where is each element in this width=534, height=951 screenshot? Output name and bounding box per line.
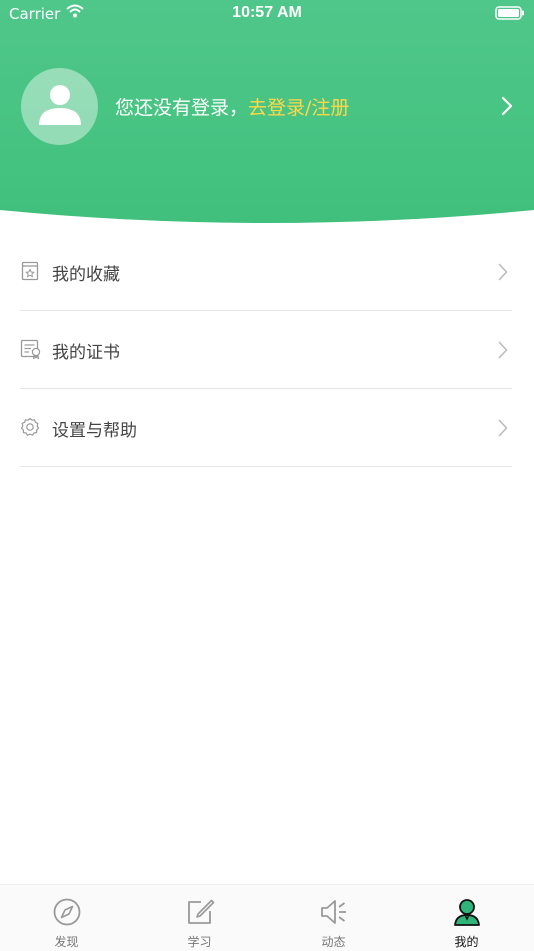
chevron-right-icon[interactable] xyxy=(501,96,513,116)
chevron-right-icon xyxy=(498,419,508,437)
compass-icon xyxy=(53,898,80,926)
menu-item-favorites[interactable]: 我的收藏 xyxy=(20,233,512,311)
tab-study-label: 学习 xyxy=(187,935,212,949)
settings-icon xyxy=(20,417,40,436)
profile-header: Carrier 10:57 AM 您还没有登录，去登录/注册 xyxy=(0,0,534,226)
clock: 10:57 AM xyxy=(232,4,302,21)
certificate-icon xyxy=(20,339,41,359)
chevron-right-icon xyxy=(498,263,508,281)
tab-discover-label: 发现 xyxy=(54,935,79,949)
avatar[interactable] xyxy=(21,68,98,145)
battery-icon xyxy=(495,6,525,24)
login-register-link[interactable]: 去登录/注册 xyxy=(248,97,349,119)
tab-news-label: 动态 xyxy=(321,935,346,949)
avatar-person-icon xyxy=(39,85,81,125)
chevron-right-icon xyxy=(498,341,508,359)
menu-item-settings-help[interactable]: 设置与帮助 xyxy=(20,389,512,467)
edit-icon xyxy=(187,899,214,924)
speaker-icon xyxy=(320,900,346,924)
login-row[interactable]: 您还没有登录，去登录/注册 xyxy=(21,68,521,146)
tab-mine[interactable]: 我的 xyxy=(400,885,533,951)
tab-news[interactable]: 动态 xyxy=(267,885,400,951)
tab-study[interactable]: 学习 xyxy=(133,885,266,951)
tab-mine-label: 我的 xyxy=(454,935,479,949)
login-prompt: 您还没有登录，去登录/注册 xyxy=(115,93,349,120)
menu-item-favorites-label: 我的收藏 xyxy=(52,265,120,285)
tab-discover[interactable]: 发现 xyxy=(0,885,133,951)
user-icon xyxy=(453,899,480,926)
menu-item-certificates[interactable]: 我的证书 xyxy=(20,311,512,389)
favorites-icon xyxy=(21,261,39,281)
login-prompt-text: 您还没有登录， xyxy=(115,97,249,119)
status-bar: Carrier 10:57 AM xyxy=(0,0,534,28)
menu-item-settings-help-label: 设置与帮助 xyxy=(52,421,137,441)
tab-bar: 发现 学习 动态 我的 xyxy=(0,884,534,951)
menu-item-certificates-label: 我的证书 xyxy=(52,343,120,363)
menu-list: 我的收藏 我的证书 设置与帮助 xyxy=(20,233,512,467)
